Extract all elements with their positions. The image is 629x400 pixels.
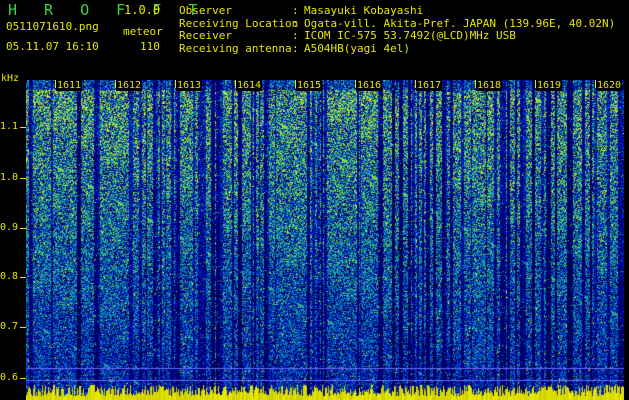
time-tick-label: 1614 (236, 80, 263, 91)
info-label: Receiving antenna (179, 41, 292, 55)
info-label: Receiver (179, 29, 232, 42)
info-value: A504HB(yagi 4el) (304, 41, 410, 55)
time-tick-label: 1619 (536, 80, 563, 91)
observation-mode: meteor (123, 25, 163, 38)
spectrogram-canvas (26, 80, 624, 400)
info-label: Observer (179, 4, 232, 17)
app-version: 1.0.0 (124, 3, 161, 17)
y-tick-label: 0.7 (0, 321, 19, 332)
y-tick-label: 0.9 (0, 222, 19, 233)
y-tick-label: 0.6 (0, 372, 19, 383)
info-separator: : (292, 4, 299, 17)
time-tick-label: 1618 (476, 80, 503, 91)
time-tick-label: 1617 (416, 80, 443, 91)
info-separator: : (292, 29, 299, 42)
info-value: Masayuki Kobayashi (304, 4, 424, 17)
info-row-antenna: Receiving antenna: A504HB(yagi 4el) (179, 41, 615, 56)
meteor-count: 110 (140, 40, 160, 53)
time-tick-label: 1616 (356, 80, 383, 91)
app-title: H R O F F T (8, 1, 207, 19)
spectrogram-area: 1.1 1.0 0.9 0.8 0.7 0.6 1611 1612 1613 1614 1615 1… (0, 80, 629, 400)
time-tick-label: 1611 (56, 80, 83, 91)
station-info: Observer: Masayuki Kobayashi Receiving Lo… (179, 4, 615, 56)
y-tick-label: 1.0 (0, 172, 19, 183)
info-row-observer: Observer: Masayuki Kobayashi (179, 4, 615, 18)
info-value: ICOM IC-575 53.7492(@LCD)MHz USB (304, 29, 516, 42)
y-tick-label: 0.8 (0, 271, 19, 282)
info-row-receiver: Receiver: ICOM IC-575 53.7492(@LCD)MHz US… (179, 29, 615, 43)
time-tick-label: 1612 (116, 80, 143, 91)
time-tick-label: 1615 (296, 80, 323, 91)
file-name: 0511071610.png (6, 20, 99, 33)
y-tick-label: 1.1 (0, 121, 19, 132)
observation-datetime: 05.11.07 16:10 (6, 40, 99, 53)
frequency-axis: 1.1 1.0 0.9 0.8 0.7 0.6 (0, 80, 26, 400)
header-panel: H R O F F T 1.0.0 0511071610.png meteor … (0, 0, 629, 84)
info-separator: : (292, 41, 299, 55)
time-tick-label: 1613 (176, 80, 203, 91)
time-tick-label: 1620 (596, 80, 623, 91)
